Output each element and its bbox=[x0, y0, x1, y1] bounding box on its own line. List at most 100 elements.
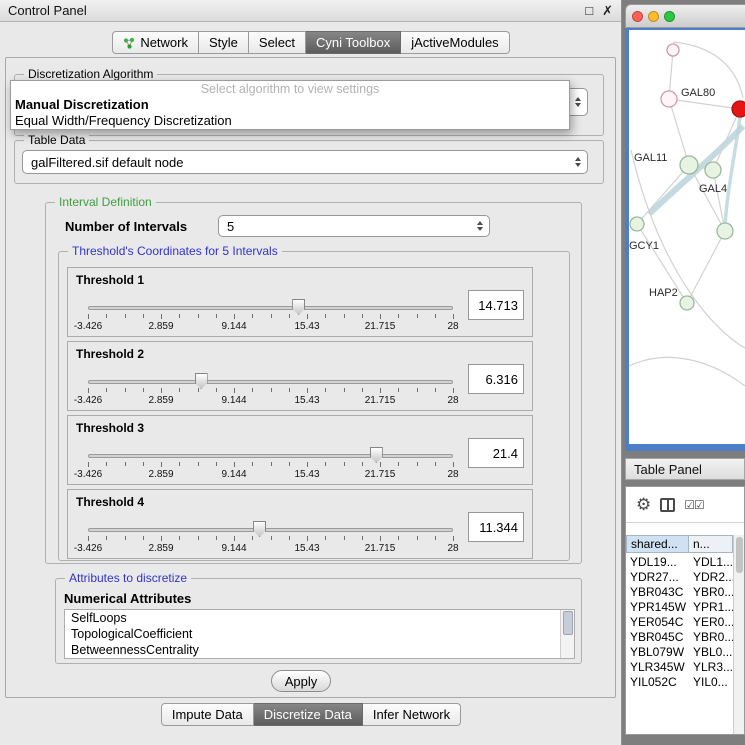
tab-cyni-toolbox[interactable]: Cyni Toolbox bbox=[306, 31, 401, 54]
threshold-value-field[interactable]: 6.316 bbox=[468, 364, 524, 394]
table-row[interactable]: YPR145WYPR1... bbox=[626, 600, 733, 615]
tick-mark bbox=[179, 536, 180, 540]
table-cell: YLR345W bbox=[626, 660, 689, 675]
tab-style[interactable]: Style bbox=[199, 31, 249, 54]
columns-icon[interactable] bbox=[660, 498, 675, 512]
threshold-slider[interactable]: -3.4262.8599.14415.4321.71528 bbox=[88, 368, 453, 410]
network-node[interactable] bbox=[705, 162, 721, 178]
network-view-window: GAL80GAL11GAL4GCY1HAP2 bbox=[625, 4, 745, 451]
select-columns-icon[interactable]: ☑☑ bbox=[684, 498, 704, 512]
tick-mark bbox=[344, 388, 345, 392]
tick-mark bbox=[453, 388, 454, 393]
tab-impute-data[interactable]: Impute Data bbox=[161, 703, 254, 726]
tick-mark bbox=[362, 314, 363, 318]
node-label: GAL4 bbox=[699, 183, 727, 195]
tick-mark bbox=[216, 314, 217, 318]
close-icon[interactable]: ✗ bbox=[602, 3, 613, 19]
table-row[interactable]: YBR043CYBR0... bbox=[626, 585, 733, 600]
table-row[interactable]: YDR27...YDR2... bbox=[626, 570, 733, 585]
close-button[interactable] bbox=[632, 11, 643, 22]
slider-track bbox=[88, 528, 453, 532]
table-column-headers: shared...n... bbox=[626, 535, 733, 553]
threshold-value-field[interactable]: 11.344 bbox=[468, 512, 524, 542]
scrollbar-thumb[interactable] bbox=[563, 611, 573, 635]
network-node[interactable] bbox=[667, 44, 679, 56]
table-row[interactable]: YLR345WYLR3... bbox=[626, 660, 733, 675]
tick-mark bbox=[106, 314, 107, 318]
network-node[interactable] bbox=[680, 296, 694, 310]
threshold-slider[interactable]: -3.4262.8599.14415.4321.71528 bbox=[88, 442, 453, 484]
tick-mark bbox=[179, 388, 180, 392]
table-row[interactable]: YBL079WYBL0... bbox=[626, 645, 733, 660]
network-node[interactable] bbox=[630, 217, 644, 231]
tick-label: 21.715 bbox=[365, 543, 396, 554]
network-edge bbox=[713, 170, 725, 231]
attributes-list[interactable]: SelfLoopsTopologicalCoefficientBetweenne… bbox=[64, 609, 575, 659]
network-canvas[interactable]: GAL80GAL11GAL4GCY1HAP2 bbox=[629, 30, 745, 444]
tick-mark bbox=[289, 388, 290, 392]
attribute-list-item[interactable]: SelfLoops bbox=[65, 610, 574, 626]
network-node[interactable] bbox=[717, 223, 733, 239]
table-cell: YDL1... bbox=[689, 555, 733, 570]
dropdown-item-manual-discretization[interactable]: Manual Discretization bbox=[11, 97, 569, 113]
numerical-attributes-label: Numerical Attributes bbox=[64, 591, 191, 606]
table-row[interactable]: YIL052CYIL0... bbox=[626, 675, 733, 690]
apply-button[interactable]: Apply bbox=[271, 670, 331, 692]
num-intervals-combobox[interactable]: 5 bbox=[218, 215, 490, 237]
table-cell: YLR3... bbox=[689, 660, 733, 675]
threshold-value-field[interactable]: 21.4 bbox=[468, 438, 524, 468]
table-cell: YER054C bbox=[626, 615, 689, 630]
tab-discretize-data[interactable]: Discretize Data bbox=[254, 703, 363, 726]
dropdown-item-equal-width-frequency-discretization[interactable]: Equal Width/Frequency Discretization bbox=[11, 113, 569, 129]
combo-stepper-icon bbox=[575, 157, 581, 167]
tick-mark bbox=[307, 314, 308, 319]
network-node[interactable] bbox=[661, 91, 677, 107]
tab-network[interactable]: Network bbox=[112, 31, 199, 54]
tick-mark bbox=[161, 536, 162, 541]
table-row[interactable]: YER054CYER0... bbox=[626, 615, 733, 630]
node-label: GCY1 bbox=[629, 240, 659, 252]
network-node[interactable] bbox=[732, 101, 745, 117]
tab-label: jActiveModules bbox=[411, 35, 498, 50]
table-scrollbar[interactable] bbox=[733, 535, 744, 734]
tick-mark bbox=[307, 388, 308, 393]
scrollbar-thumb[interactable] bbox=[736, 537, 743, 573]
column-header[interactable]: shared... bbox=[626, 535, 689, 553]
column-header[interactable]: n... bbox=[689, 535, 733, 553]
slider-thumb[interactable] bbox=[253, 521, 266, 537]
tab-jactivemodules[interactable]: jActiveModules bbox=[401, 31, 509, 54]
group-label: Threshold's Coordinates for 5 Intervals bbox=[68, 244, 282, 258]
tick-label: 9.144 bbox=[221, 543, 246, 554]
zoom-button[interactable] bbox=[664, 11, 675, 22]
slider-thumb[interactable] bbox=[292, 299, 305, 315]
float-window-icon[interactable]: □ bbox=[585, 3, 593, 19]
attribute-list-item[interactable]: TopologicalCoefficient bbox=[65, 626, 574, 642]
attributes-scrollbar[interactable] bbox=[560, 610, 574, 658]
tick-mark bbox=[325, 388, 326, 392]
attribute-list-item[interactable]: BetweennessCentrality bbox=[65, 642, 574, 658]
slider-thumb[interactable] bbox=[195, 373, 208, 389]
network-node[interactable] bbox=[680, 156, 698, 174]
network-icon bbox=[123, 37, 135, 49]
table-data-combobox[interactable]: galFiltered.sif default node bbox=[22, 150, 588, 174]
slider-track bbox=[88, 306, 453, 310]
window-controls: □ ✗ bbox=[585, 3, 613, 19]
screen: Control Panel □ ✗ NetworkStyleSelectCyni… bbox=[0, 0, 745, 745]
table-row[interactable]: YBR045CYBR0... bbox=[626, 630, 733, 645]
threshold-slider[interactable]: -3.4262.8599.14415.4321.71528 bbox=[88, 294, 453, 336]
combo-stepper-icon bbox=[477, 221, 483, 231]
tab-infer-network[interactable]: Infer Network bbox=[363, 703, 461, 726]
settings-icon[interactable]: ⚙ bbox=[636, 496, 651, 513]
table-row[interactable]: YDL19...YDL1... bbox=[626, 555, 733, 570]
slider-thumb[interactable] bbox=[370, 447, 383, 463]
network-edge bbox=[669, 99, 740, 109]
tab-select[interactable]: Select bbox=[249, 31, 306, 54]
tick-label: 2.859 bbox=[148, 543, 173, 554]
tick-mark bbox=[362, 388, 363, 392]
minimize-button[interactable] bbox=[648, 11, 659, 22]
tick-mark bbox=[252, 388, 253, 392]
tick-mark bbox=[198, 314, 199, 318]
threshold-slider[interactable]: -3.4262.8599.14415.4321.71528 bbox=[88, 516, 453, 558]
threshold-value-field[interactable]: 14.713 bbox=[468, 290, 524, 320]
tab-label: Discretize Data bbox=[264, 707, 352, 722]
